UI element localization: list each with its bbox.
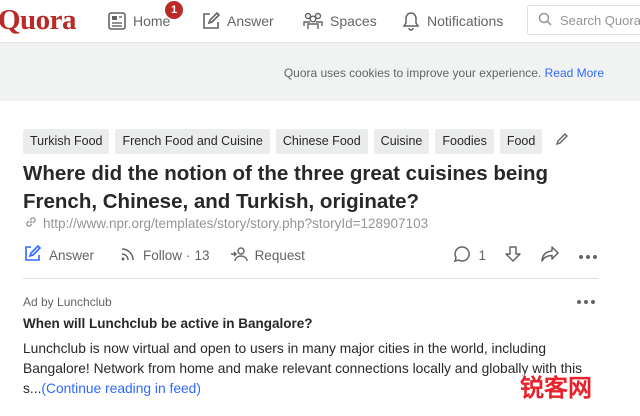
- downvote-arrow-icon: [504, 245, 522, 266]
- tag-chinese-food[interactable]: Chinese Food: [275, 129, 368, 154]
- bell-icon: [401, 11, 421, 31]
- home-icon: [107, 11, 127, 31]
- cookie-text-row: Quora uses cookies to improve your exper…: [284, 66, 604, 80]
- downvote-button[interactable]: [504, 245, 522, 266]
- watermark-logo: 锐客网: [520, 374, 592, 402]
- comment-icon: [453, 245, 471, 266]
- more-options-button[interactable]: [578, 248, 598, 263]
- follow-button[interactable]: Follow · 13: [120, 246, 210, 265]
- pencil-icon: [23, 244, 42, 266]
- tag-french-food-and-cuisine[interactable]: French Food and Cuisine: [115, 129, 270, 154]
- continue-reading-link[interactable]: (Continue reading in feed): [41, 381, 201, 396]
- nav-answer-label: Answer: [227, 13, 274, 29]
- search-placeholder: Search Quora: [560, 12, 640, 28]
- tag-cuisine[interactable]: Cuisine: [373, 129, 430, 154]
- nav-notifications[interactable]: Notifications: [401, 0, 503, 42]
- request-button[interactable]: Request: [230, 246, 305, 265]
- cookie-message: Quora uses cookies to improve your exper…: [283, 66, 542, 80]
- nav-notifications-label: Notifications: [427, 13, 504, 29]
- quora-logo[interactable]: Quora: [0, 4, 77, 37]
- follow-label: Follow: [143, 247, 183, 263]
- tag-food[interactable]: Food: [499, 129, 543, 154]
- edit-topics-icon[interactable]: [554, 131, 570, 152]
- top-bar: Quora Home 1 Answer Spaces Notifications…: [0, 0, 640, 42]
- more-horizontal-icon: [578, 248, 598, 263]
- ad-body: Lunchclub is now virtual and open to use…: [23, 339, 595, 399]
- link-icon: [25, 216, 37, 231]
- source-url: http://www.npr.org/templates/story/story…: [43, 216, 429, 231]
- comment-button[interactable]: 1: [453, 245, 486, 266]
- comment-count: 1: [478, 247, 486, 263]
- search-icon: [538, 12, 552, 29]
- nav-answer[interactable]: Answer: [201, 0, 274, 42]
- ad-title[interactable]: When will Lunchclub be active in Bangalo…: [23, 316, 313, 331]
- search-input[interactable]: Search Quora: [527, 5, 640, 35]
- cookie-banner: Quora uses cookies to improve your exper…: [0, 42, 640, 101]
- nav-home[interactable]: Home 1: [107, 0, 183, 42]
- share-button[interactable]: [540, 245, 560, 266]
- cookie-read-more-link[interactable]: Read More: [545, 66, 604, 80]
- tag-foodies[interactable]: Foodies: [435, 129, 494, 154]
- rss-icon: [120, 246, 136, 265]
- pencil-square-icon: [201, 11, 221, 31]
- ad-more-options-icon[interactable]: [576, 292, 596, 308]
- follow-separator-dot: ·: [186, 247, 191, 263]
- answer-button[interactable]: Answer: [23, 244, 94, 266]
- question-action-bar: Answer Follow · 13 Request 1: [23, 242, 598, 268]
- share-arrow-icon: [540, 245, 560, 266]
- source-link[interactable]: http://www.npr.org/templates/story/story…: [25, 216, 428, 231]
- nav-spaces[interactable]: Spaces: [302, 0, 377, 42]
- question-title[interactable]: Where did the notion of the three great …: [23, 160, 593, 216]
- home-notification-badge: 1: [165, 1, 183, 19]
- section-divider: [23, 278, 598, 279]
- topic-tags: Turkish Food French Food and Cuisine Chi…: [23, 129, 570, 154]
- nav-home-label: Home: [133, 13, 171, 29]
- ad-label[interactable]: Ad by Lunchclub: [23, 295, 112, 309]
- nav-spaces-label: Spaces: [330, 13, 377, 29]
- follow-count: 13: [194, 247, 210, 263]
- tag-turkish-food[interactable]: Turkish Food: [23, 129, 110, 154]
- answer-label: Answer: [49, 247, 95, 263]
- request-label: Request: [254, 247, 305, 263]
- people-icon: [302, 11, 324, 31]
- person-add-icon: [230, 246, 248, 265]
